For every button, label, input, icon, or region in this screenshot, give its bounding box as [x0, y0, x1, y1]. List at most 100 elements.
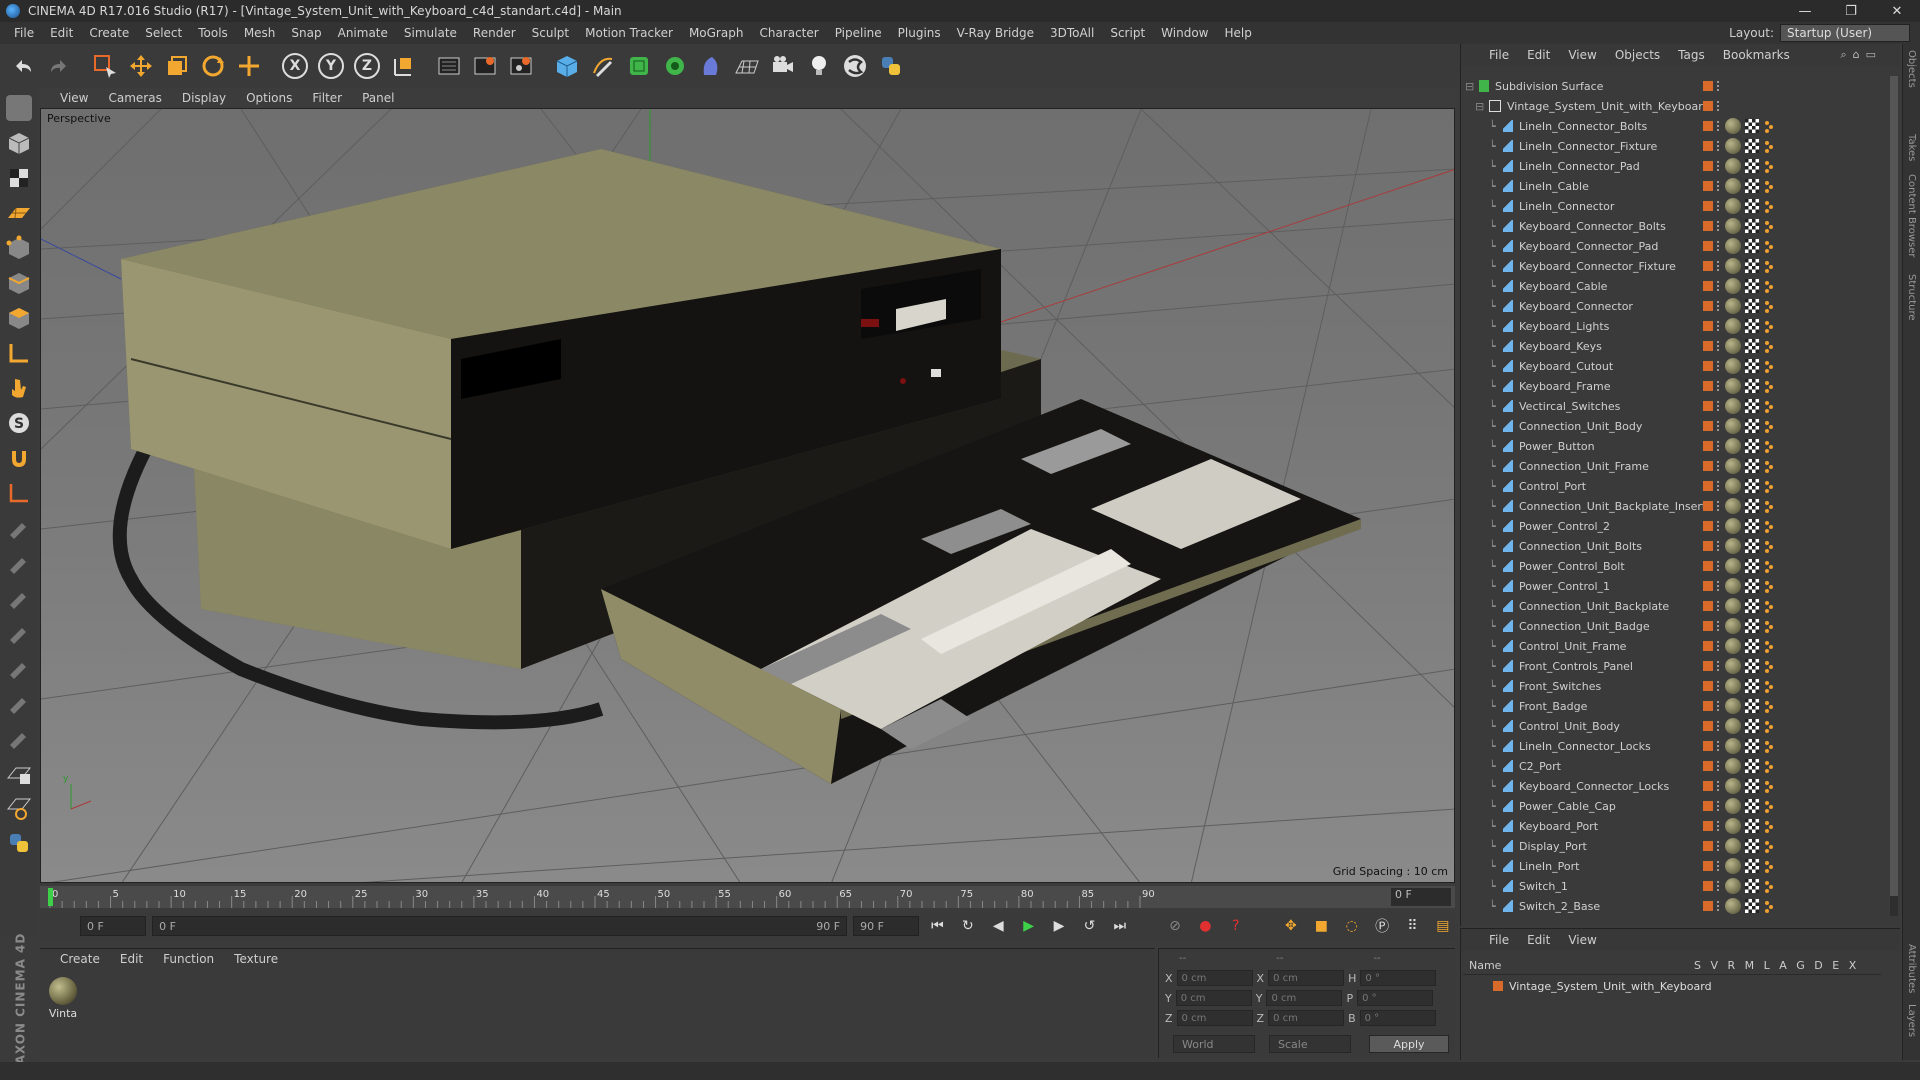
key-position-icon[interactable]: ✥ [1279, 913, 1303, 939]
size-y-field[interactable]: 0 cm [1266, 990, 1343, 1006]
material-tag-icon[interactable] [1725, 198, 1741, 214]
visibility-toggle-icon[interactable] [1717, 121, 1721, 131]
smooth-tool-icon[interactable] [3, 582, 35, 614]
layer-color-icon[interactable] [1703, 621, 1713, 631]
layer-color-icon[interactable] [1703, 581, 1713, 591]
visibility-toggle-icon[interactable] [1717, 621, 1721, 631]
layer-color-icon[interactable] [1703, 441, 1713, 451]
side-tab-content-browser[interactable]: Content Browser [1906, 174, 1917, 257]
layout-dropdown[interactable]: Startup (User) [1780, 24, 1910, 42]
texture-tag-icon[interactable] [1745, 259, 1759, 273]
object-row[interactable]: ┕ Keyboard_Frame [1461, 376, 1886, 396]
tweak-mode-icon[interactable] [3, 372, 35, 404]
layer-color-icon[interactable] [1703, 181, 1713, 191]
x-axis-icon[interactable]: X [278, 49, 312, 83]
material-tag-icon[interactable] [1725, 718, 1741, 734]
material-swatch[interactable]: Vinta [46, 977, 80, 1020]
workplane-lock-icon[interactable] [3, 792, 35, 824]
visibility-toggle-icon[interactable] [1717, 721, 1721, 731]
visibility-toggle-icon[interactable] [1717, 261, 1721, 271]
texture-tag-icon[interactable] [1745, 159, 1759, 173]
selection-tag-icon[interactable] [1763, 619, 1775, 633]
layer-color-icon[interactable] [1703, 241, 1713, 251]
object-row[interactable]: ┕ Control_Unit_Frame [1461, 636, 1886, 656]
keyframe-selection-icon[interactable]: ? [1224, 913, 1248, 939]
material-tag-icon[interactable] [1725, 538, 1741, 554]
visibility-toggle-icon[interactable] [1717, 281, 1721, 291]
material-menu-edit[interactable]: Edit [112, 952, 151, 966]
selection-tag-icon[interactable] [1763, 139, 1775, 153]
side-tab-layers[interactable]: Layers [1906, 1004, 1917, 1037]
material-tag-icon[interactable] [1725, 618, 1741, 634]
material-tag-icon[interactable] [1725, 738, 1741, 754]
selection-tag-icon[interactable] [1763, 699, 1775, 713]
step-forward-icon[interactable]: ▶ [1047, 913, 1071, 939]
visibility-toggle-icon[interactable] [1717, 861, 1721, 871]
menu-item-select[interactable]: Select [137, 26, 190, 40]
layer-color-icon[interactable] [1703, 481, 1713, 491]
texture-tag-icon[interactable] [1745, 279, 1759, 293]
layer-color-icon[interactable] [1703, 421, 1713, 431]
visibility-toggle-icon[interactable] [1717, 161, 1721, 171]
viewport-menu-display[interactable]: Display [174, 91, 234, 105]
rotation-b-field[interactable]: 0 ° [1359, 1010, 1436, 1026]
visibility-toggle-icon[interactable] [1717, 101, 1721, 111]
coordinate-mode-dropdown[interactable]: World [1173, 1035, 1255, 1053]
layer-color-icon[interactable] [1703, 521, 1713, 531]
loop-icon[interactable]: ↻ [956, 913, 980, 939]
selection-tag-icon[interactable] [1763, 899, 1775, 913]
object-row[interactable]: ┕ LineIn_Cable [1461, 176, 1886, 196]
layer-color-icon[interactable] [1703, 881, 1713, 891]
visibility-toggle-icon[interactable] [1717, 241, 1721, 251]
menu-item-mograph[interactable]: MoGraph [681, 26, 752, 40]
selection-tag-icon[interactable] [1763, 339, 1775, 353]
layer-row[interactable]: Vintage_System_Unit_with_Keyboard [1463, 977, 1881, 995]
texture-mode-icon[interactable] [3, 162, 35, 194]
material-tag-icon[interactable] [1725, 418, 1741, 434]
material-tag-icon[interactable] [1725, 338, 1741, 354]
search-icon[interactable]: ⌕ [1840, 48, 1846, 62]
object-row-group[interactable]: ⊟ Vintage_System_Unit_with_Keyboard [1461, 96, 1886, 116]
layer-color-icon[interactable] [1703, 601, 1713, 611]
visibility-toggle-icon[interactable] [1717, 501, 1721, 511]
selection-tag-icon[interactable] [1763, 539, 1775, 553]
visibility-toggle-icon[interactable] [1717, 461, 1721, 471]
layer-color-icon[interactable] [1703, 561, 1713, 571]
material-tag-icon[interactable] [1725, 478, 1741, 494]
selection-tag-icon[interactable] [1763, 719, 1775, 733]
array-icon[interactable] [658, 49, 692, 83]
brush-tool-icon[interactable] [3, 512, 35, 544]
object-row[interactable]: ┕ Connection_Unit_Backplate [1461, 596, 1886, 616]
go-to-start-icon[interactable]: ⏮ [925, 913, 949, 939]
axis-mode-icon[interactable] [3, 337, 35, 369]
undo-icon[interactable] [6, 49, 40, 83]
selection-tag-icon[interactable] [1763, 819, 1775, 833]
object-row[interactable]: ┕ Connection_Unit_Bolts [1461, 536, 1886, 556]
texture-tag-icon[interactable] [1745, 519, 1759, 533]
material-tag-icon[interactable] [1725, 778, 1741, 794]
visibility-toggle-icon[interactable] [1717, 481, 1721, 491]
object-row[interactable]: ┕ LineIn_Connector_Fixture [1461, 136, 1886, 156]
side-tab-structure[interactable]: Structure [1906, 274, 1917, 321]
deformer-icon[interactable] [694, 49, 728, 83]
side-tab-attributes[interactable]: Attributes [1906, 944, 1917, 993]
texture-tag-icon[interactable] [1745, 499, 1759, 513]
play-icon[interactable]: ▶ [1016, 913, 1040, 939]
selection-tag-icon[interactable] [1763, 779, 1775, 793]
object-menu-bookmarks[interactable]: Bookmarks [1715, 48, 1798, 62]
material-tag-icon[interactable] [1725, 298, 1741, 314]
material-tag-icon[interactable] [1725, 558, 1741, 574]
subdivision-icon[interactable] [622, 49, 656, 83]
object-row[interactable]: ┕ Connection_Unit_Body [1461, 416, 1886, 436]
menu-item-animate[interactable]: Animate [330, 26, 396, 40]
object-row[interactable]: ┕ Display_Port [1461, 836, 1886, 856]
object-row[interactable]: ┕ Connection_Unit_Badge [1461, 616, 1886, 636]
visibility-toggle-icon[interactable] [1717, 801, 1721, 811]
selection-tag-icon[interactable] [1763, 739, 1775, 753]
texture-tag-icon[interactable] [1745, 379, 1759, 393]
material-tag-icon[interactable] [1725, 578, 1741, 594]
menu-item-file[interactable]: File [6, 26, 42, 40]
layer-color-icon[interactable] [1703, 821, 1713, 831]
material-menu-texture[interactable]: Texture [226, 952, 286, 966]
playhead[interactable] [48, 888, 53, 906]
